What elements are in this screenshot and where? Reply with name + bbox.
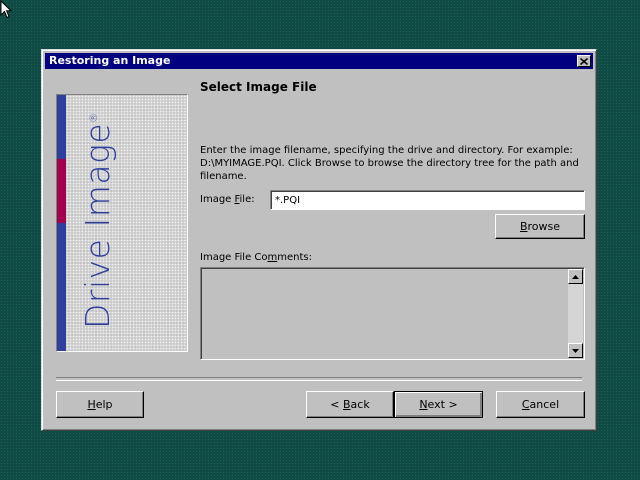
restore-image-dialog: Restoring an Image Drive Image® Select I… (41, 49, 597, 431)
close-button[interactable] (577, 55, 591, 67)
logo-wordmark: Drive Image® (78, 112, 117, 329)
logo-red-stripe (57, 159, 66, 223)
scroll-down-button[interactable] (568, 343, 583, 358)
scroll-up-button[interactable] (568, 269, 583, 284)
cancel-button[interactable]: Cancel (496, 391, 585, 418)
page-title: Select Image File (200, 80, 317, 94)
image-file-label: Image File: (200, 194, 255, 205)
title-bar[interactable]: Restoring an Image (45, 53, 593, 69)
logo-blue-stripe (57, 95, 66, 351)
comments-scrollbar[interactable] (568, 269, 583, 358)
drive-image-logo: Drive Image® (56, 94, 188, 352)
instructions-line-3: filename. (200, 171, 247, 182)
image-file-comments-label: Image File Comments: (200, 252, 312, 263)
image-file-comments-textarea[interactable] (200, 267, 585, 360)
scroll-up-icon (572, 274, 579, 279)
mouse-cursor-icon (0, 0, 13, 19)
next-button[interactable]: Next > (394, 391, 483, 418)
browse-button[interactable]: Browse (495, 214, 585, 239)
footer-separator (56, 377, 582, 381)
instructions-text: Enter the image filename, specifying the… (200, 144, 590, 183)
instructions-line-2: D:\MYIMAGE.PQI. Click Browse to browse t… (200, 158, 579, 169)
window-title: Restoring an Image (49, 54, 171, 67)
back-button[interactable]: < Back (306, 391, 394, 418)
close-icon (580, 57, 588, 65)
image-file-input[interactable] (270, 190, 585, 210)
instructions-line-1: Enter the image filename, specifying the… (200, 145, 573, 156)
scroll-down-icon (572, 348, 579, 353)
help-button[interactable]: Help (56, 391, 144, 418)
